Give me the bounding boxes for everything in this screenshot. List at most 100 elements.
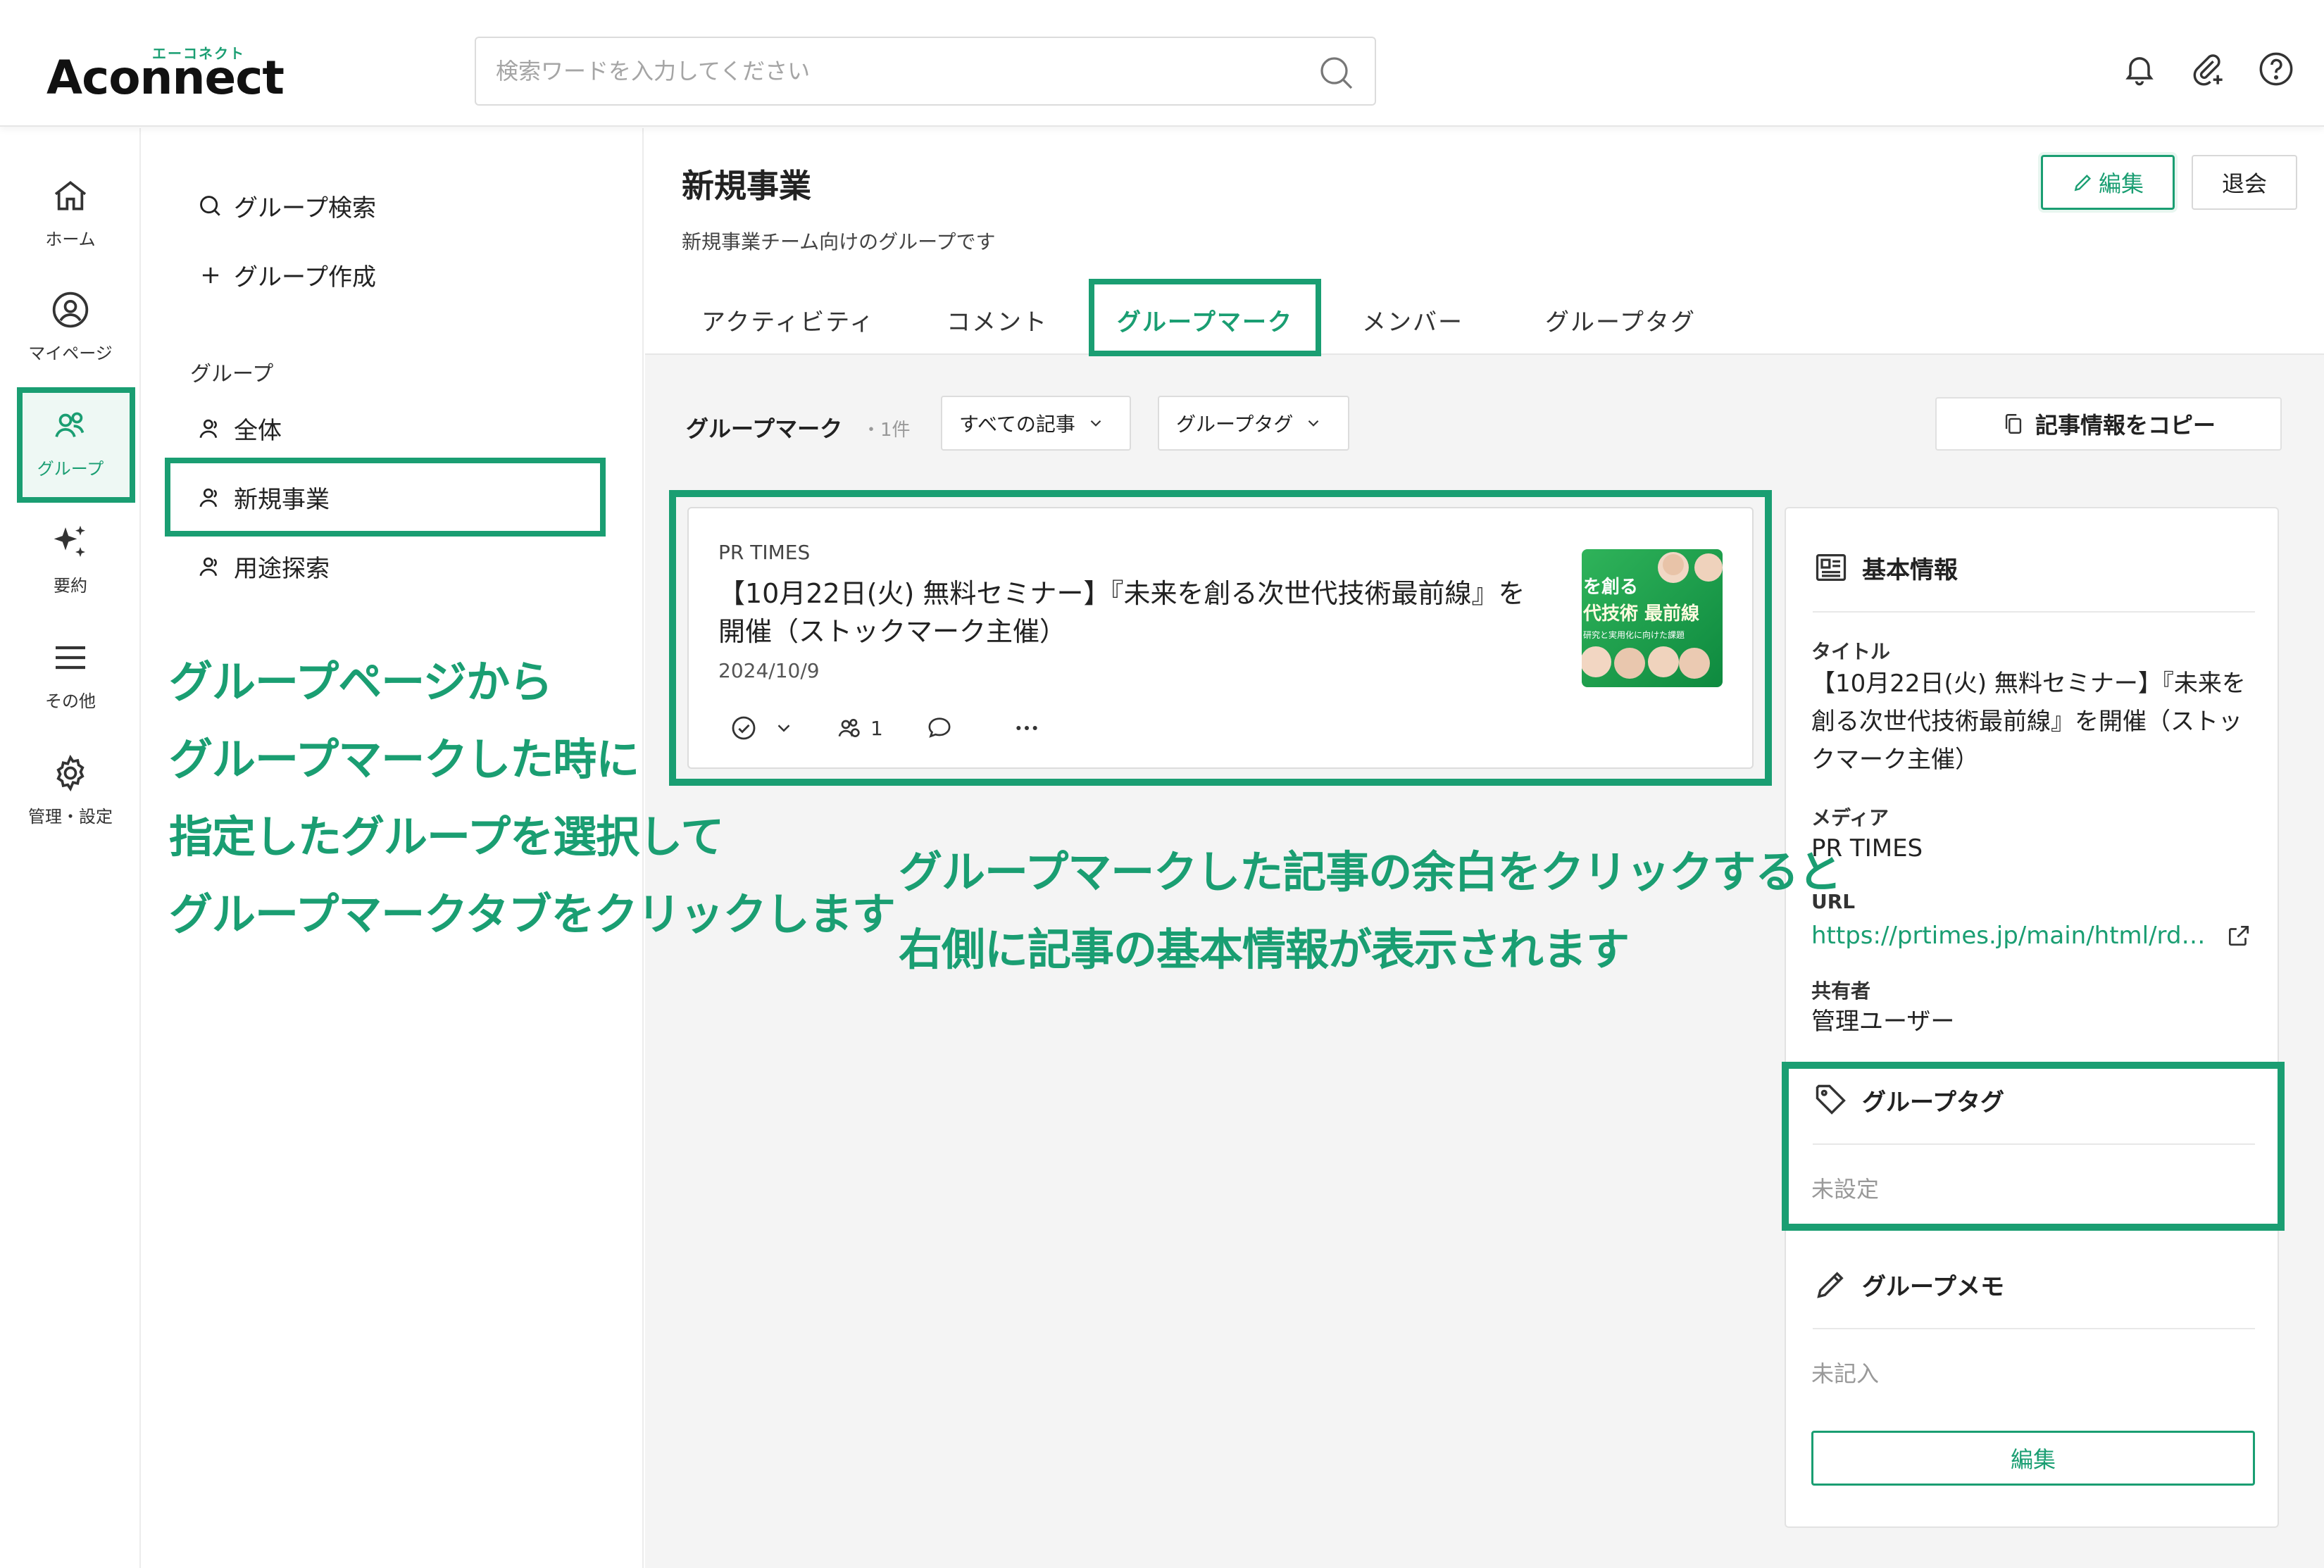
rail-item-other[interactable]: その他 <box>0 624 141 729</box>
filter-heading: グループマーク <box>686 415 843 442</box>
top-header: エーコネクト Aconnect <box>0 0 2324 127</box>
rail-label-settings: 管理・設定 <box>28 807 113 827</box>
logo-text: Aconnect <box>46 51 285 105</box>
tab-activity[interactable]: アクティビティ <box>701 303 875 337</box>
info-media-label: メディア <box>1811 806 1889 829</box>
group-tabs: アクティビティ コメント グループマーク メンバー グループタグ <box>645 283 2324 355</box>
info-sharer-label: 共有者 <box>1811 979 1871 1003</box>
article-date: 2024/10/9 <box>718 659 820 682</box>
group-create-label: グループ作成 <box>234 263 376 291</box>
edit-group-label: 編集 <box>2098 170 2144 197</box>
tab-members[interactable]: メンバー <box>1362 303 1463 337</box>
tab-group-tags[interactable]: グループタグ <box>1545 303 1696 337</box>
menu-icon <box>56 646 85 670</box>
copy-icon <box>2005 414 2022 434</box>
users-icon <box>199 419 218 438</box>
copy-article-info-label: 記事情報をコピー <box>2035 412 2216 439</box>
home-icon <box>54 180 87 211</box>
gear-icon <box>56 754 85 792</box>
help-icon[interactable] <box>2258 51 2294 87</box>
article-filter-dropdown[interactable]: すべての記事 <box>941 396 1131 451</box>
group-create-link[interactable]: グループ作成 <box>197 258 376 292</box>
group-memo-heading-text: グループメモ <box>1862 1272 2004 1301</box>
mark-status-control[interactable] <box>730 714 794 742</box>
chevron-down-icon <box>777 725 790 732</box>
comment-button[interactable] <box>925 714 954 742</box>
article-filter-value: すべての記事 <box>959 413 1075 436</box>
annotation-left-line-1: グループページから <box>169 656 553 708</box>
article-title[interactable]: 【10月22日(火) 無料セミナー】『未来を創る次世代技術最前線』を開催（ストッ… <box>718 575 1542 651</box>
info-url-link[interactable]: https://prtimes.jp/main/html/rd/… <box>1811 917 2206 955</box>
group-item-label: 用途探索 <box>234 555 330 583</box>
rail-item-group[interactable]: グループ <box>0 391 141 497</box>
tag-filter-value: グループタグ <box>1176 413 1294 436</box>
rail-label-group: グループ <box>37 459 104 479</box>
users-share-icon <box>838 719 860 737</box>
thumb-text-3: 研究と実用化に向けた課題 <box>1583 629 1685 640</box>
rail-item-home[interactable]: ホーム <box>0 162 141 268</box>
rail-label-home: ホーム <box>45 230 96 249</box>
divider <box>1813 611 2255 613</box>
divider <box>1813 1328 2255 1329</box>
pencil-icon <box>2074 174 2092 192</box>
external-link-icon[interactable] <box>2225 922 2252 949</box>
rail-label-mypage: マイページ <box>28 344 113 363</box>
memo-edit-button[interactable]: 編集 <box>1811 1431 2255 1486</box>
group-memo-empty: 未記入 <box>1811 1360 1880 1387</box>
group-item-all[interactable]: 全体 <box>197 411 282 446</box>
group-item-label: 全体 <box>234 417 282 445</box>
sparkle-icon <box>54 525 85 557</box>
annotation-center-line-2: 右側に記事の基本情報が表示されます <box>899 924 1630 975</box>
bell-icon[interactable] <box>2121 51 2158 87</box>
page-title: 新規事業 <box>682 167 811 205</box>
info-title-label: タイトル <box>1811 640 1891 663</box>
more-options-button[interactable] <box>1013 714 1041 742</box>
basic-info-heading: 基本情報 <box>1813 549 1958 586</box>
chevron-down-icon <box>1308 420 1319 427</box>
rail-item-summary[interactable]: 要約 <box>0 508 141 614</box>
tab-comment[interactable]: コメント <box>947 303 1048 337</box>
user-circle-icon <box>52 291 89 328</box>
group-item-use-exploration[interactable]: 用途探索 <box>197 549 330 584</box>
annotation-left-line-4: グループマークタブをクリックします <box>169 889 896 940</box>
filter-count: ・1件 <box>862 420 911 441</box>
edit-group-button[interactable]: 編集 <box>2038 152 2178 213</box>
article-thumbnail[interactable]: を創る 代技術 最前線 研究と実用化に向けた課題 <box>1582 549 1723 687</box>
copy-article-info-button[interactable]: 記事情報をコピー <box>1935 397 2282 451</box>
users-icon <box>199 557 218 576</box>
thumbnail-image: を創る 代技術 最前線 研究と実用化に向けた課題 <box>1582 549 1723 687</box>
group-item-highlight-frame <box>165 458 606 537</box>
annotation-left-line-2: グループマークした時に <box>169 734 639 785</box>
thumb-text-2: 代技術 最前線 <box>1582 603 1699 625</box>
search-icon[interactable] <box>1317 54 1356 93</box>
group-section-heading: グループ <box>190 362 274 387</box>
info-title-value: 【10月22日(火) 無料セミナー】『未来を創る次世代技術最前線』を開催（ストッ… <box>1811 670 2246 774</box>
article-media: PR TIMES <box>718 541 811 564</box>
group-memo-heading: グループメモ <box>1813 1266 2004 1303</box>
tag-filter-dropdown[interactable]: グループタグ <box>1158 396 1349 451</box>
rail-item-settings[interactable]: 管理・設定 <box>0 739 141 845</box>
info-sharer-value: 管理ユーザー <box>1811 1008 1955 1036</box>
share-count: 1 <box>870 716 883 740</box>
search-input[interactable] <box>496 54 1270 89</box>
paperclip-add-icon[interactable] <box>2189 51 2225 87</box>
group-search-link[interactable]: グループ検索 <box>197 189 376 223</box>
comment-icon <box>928 717 951 738</box>
annotation-center-line-1: グループマークした記事の余白をクリックすると <box>899 846 1842 898</box>
group-icon <box>55 412 85 437</box>
rail-label-other: その他 <box>45 691 96 711</box>
leave-group-button[interactable]: 退会 <box>2192 155 2297 210</box>
group-description: 新規事業チーム向けのグループです <box>682 230 996 253</box>
annotation-left-line-3: 指定したグループを選択して <box>169 811 724 863</box>
tab-highlight-frame <box>1089 279 1321 356</box>
group-search-label: グループ検索 <box>234 194 376 222</box>
search-box[interactable] <box>475 37 1376 106</box>
basic-info-heading-text: 基本情報 <box>1862 556 1958 584</box>
plus-icon <box>202 267 219 283</box>
rail-label-summary: 要約 <box>54 576 87 596</box>
pencil-icon <box>1817 1272 1844 1298</box>
rail-item-mypage[interactable]: マイページ <box>0 276 141 382</box>
more-dots-icon <box>1016 726 1037 730</box>
thumb-text-1: を創る <box>1583 577 1638 598</box>
share-count-control[interactable]: 1 <box>835 714 883 742</box>
